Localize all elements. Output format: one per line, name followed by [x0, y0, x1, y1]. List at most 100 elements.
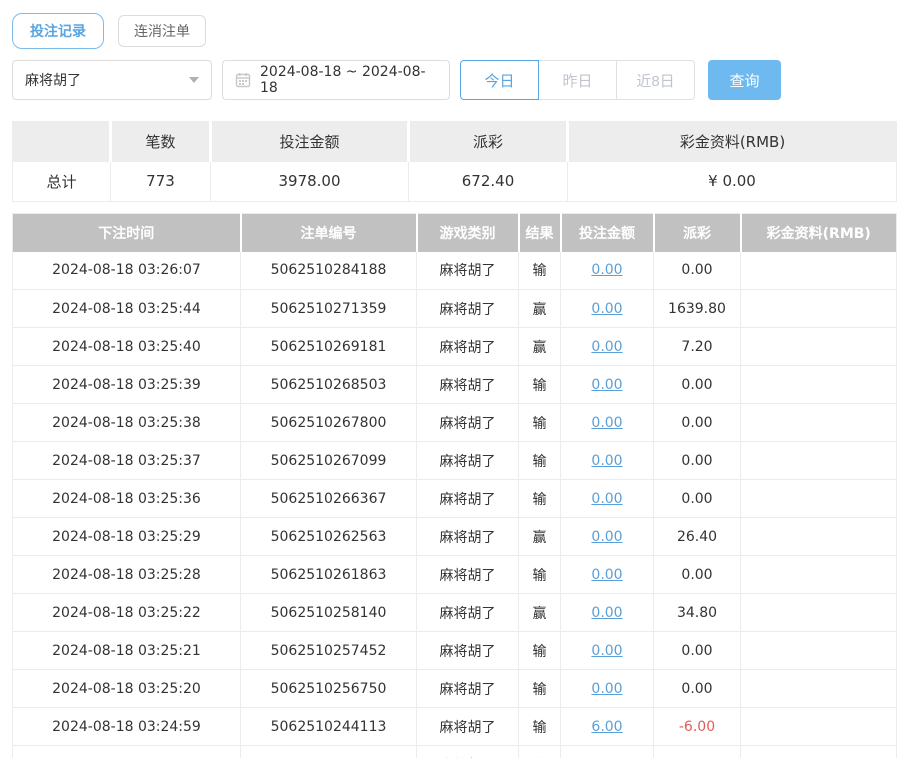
- bet-amount-cell: 0.00: [560, 669, 654, 708]
- table-row: 2024-08-18 03:25:39 5062510268503 麻将胡了 输…: [12, 365, 897, 404]
- table-row: 2024-08-18 03:25:37 5062510267099 麻将胡了 输…: [12, 441, 897, 480]
- order-id: 5062510262563: [240, 517, 417, 556]
- order-id: 5062510269181: [240, 327, 417, 366]
- bet-amount-cell: 0.00: [560, 441, 654, 480]
- quick-range-today[interactable]: 今日: [460, 60, 539, 100]
- bet-amount-link[interactable]: 0.00: [591, 262, 622, 278]
- bonus: [740, 403, 897, 442]
- result: 输: [518, 441, 561, 480]
- bonus: [740, 251, 897, 290]
- bet-amount-link[interactable]: 6.00: [591, 719, 622, 735]
- bet-time: 2024-08-18 03:25:38: [12, 403, 241, 442]
- bet-amount-link[interactable]: 0.00: [591, 681, 622, 697]
- bonus: [740, 555, 897, 594]
- game-type: 麻将胡了: [416, 745, 519, 758]
- total-label: 总计: [12, 161, 111, 202]
- bonus: [740, 479, 897, 518]
- order-id: 5062510244113: [240, 707, 417, 746]
- payout: -6.00: [653, 745, 741, 758]
- game-type: 麻将胡了: [416, 441, 519, 480]
- result: 输: [518, 479, 561, 518]
- game-type: 麻将胡了: [416, 707, 519, 746]
- bet-time: 2024-08-18 03:25:29: [12, 517, 241, 556]
- table-row: 2024-08-18 03:25:22 5062510258140 麻将胡了 赢…: [12, 593, 897, 632]
- quick-range-group: 今日 昨日 近8日: [460, 60, 695, 100]
- query-button[interactable]: 查询: [708, 60, 781, 100]
- payout: 0.00: [653, 631, 741, 670]
- payout: 0.00: [653, 251, 741, 290]
- table-row: 2024-08-18 03:25:28 5062510261863 麻将胡了 输…: [12, 555, 897, 594]
- order-id: 5062510271359: [240, 289, 417, 328]
- order-id: 5062510284188: [240, 251, 417, 290]
- bet-amount-cell: 0.00: [560, 365, 654, 404]
- table-row: 2024-08-18 03:25:44 5062510271359 麻将胡了 赢…: [12, 289, 897, 328]
- game-select[interactable]: 麻将胡了: [12, 60, 212, 100]
- tab-bet-records[interactable]: 投注记录: [12, 13, 104, 49]
- summary-header-row: 笔数 投注金额 派彩 彩金资料(RMB): [12, 121, 897, 162]
- table-row: 2024-08-18 03:25:36 5062510266367 麻将胡了 输…: [12, 479, 897, 518]
- bet-amount-cell: 6.00: [560, 707, 654, 746]
- summary-header-count: 笔数: [110, 121, 212, 162]
- bet-amount-cell: 0.00: [560, 631, 654, 670]
- table-row: 2024-08-18 03:25:29 5062510262563 麻将胡了 赢…: [12, 517, 897, 556]
- result: 输: [518, 707, 561, 746]
- date-range-value: 2024-08-18 ~ 2024-08-18: [260, 64, 426, 96]
- bet-amount-cell: 0.00: [560, 251, 654, 290]
- game-select-value: 麻将胡了: [25, 73, 81, 89]
- bet-amount-link[interactable]: 0.00: [591, 377, 622, 393]
- result: 输: [518, 365, 561, 404]
- table-row: 2024-08-18 03:24:58 5062510243094 麻将胡了 输…: [12, 745, 897, 758]
- bet-amount-link[interactable]: 0.00: [591, 491, 622, 507]
- payout: 0.00: [653, 555, 741, 594]
- header-result: 结果: [518, 213, 562, 252]
- bonus: [740, 631, 897, 670]
- payout: 0.00: [653, 441, 741, 480]
- result: 输: [518, 631, 561, 670]
- bet-time: 2024-08-18 03:25:28: [12, 555, 241, 594]
- payout: 0.00: [653, 365, 741, 404]
- bonus: [740, 327, 897, 366]
- order-id: 5062510267099: [240, 441, 417, 480]
- summary-header-bet-amount: 投注金额: [210, 121, 410, 162]
- calendar-icon: [235, 72, 251, 88]
- bonus: [740, 707, 897, 746]
- records-header-row: 下注时间 注单编号 游戏类别 结果 投注金额 派彩 彩金资料(RMB): [12, 213, 897, 252]
- game-type: 麻将胡了: [416, 555, 519, 594]
- bet-time: 2024-08-18 03:25:20: [12, 669, 241, 708]
- table-row: 2024-08-18 03:25:40 5062510269181 麻将胡了 赢…: [12, 327, 897, 366]
- bet-amount-cell: 0.00: [560, 403, 654, 442]
- payout: 0.00: [653, 403, 741, 442]
- chevron-down-icon: [189, 77, 199, 83]
- page: 投注记录 连消注单 麻将胡了 2024-08-18 ~ 2024-08-18 今…: [0, 0, 908, 758]
- bet-amount-link[interactable]: 0.00: [591, 453, 622, 469]
- bet-amount-link[interactable]: 0.00: [591, 339, 622, 355]
- bonus: [740, 289, 897, 328]
- order-id: 5062510267800: [240, 403, 417, 442]
- bet-amount-link[interactable]: 0.00: [591, 643, 622, 659]
- result: 赢: [518, 327, 561, 366]
- game-type: 麻将胡了: [416, 593, 519, 632]
- table-row: 2024-08-18 03:25:38 5062510267800 麻将胡了 输…: [12, 403, 897, 442]
- bet-amount-link[interactable]: 0.00: [591, 567, 622, 583]
- summary-header-blank: [12, 121, 112, 162]
- result: 输: [518, 745, 561, 758]
- records-body: 2024-08-18 03:26:07 5062510284188 麻将胡了 输…: [12, 251, 897, 758]
- bet-amount-link[interactable]: 0.00: [591, 529, 622, 545]
- payout: 1639.80: [653, 289, 741, 328]
- tab-cancelled-orders[interactable]: 连消注单: [118, 15, 206, 47]
- summary-table: 笔数 投注金额 派彩 彩金资料(RMB) 总计 773 3978.00 672.…: [12, 121, 897, 202]
- date-range-picker[interactable]: 2024-08-18 ~ 2024-08-18: [222, 60, 450, 100]
- order-id: 5062510261863: [240, 555, 417, 594]
- game-type: 麻将胡了: [416, 669, 519, 708]
- quick-range-yesterday[interactable]: 昨日: [538, 60, 617, 100]
- bet-amount-link[interactable]: 0.00: [591, 605, 622, 621]
- quick-range-last8days[interactable]: 近8日: [616, 60, 695, 100]
- bet-amount-link[interactable]: 0.00: [591, 301, 622, 317]
- bonus: [740, 517, 897, 556]
- result: 输: [518, 555, 561, 594]
- game-type: 麻将胡了: [416, 365, 519, 404]
- header-bet-time: 下注时间: [12, 213, 242, 252]
- bet-amount-link[interactable]: 0.00: [591, 415, 622, 431]
- bet-amount-cell: 0.00: [560, 517, 654, 556]
- header-bet-amount: 投注金额: [560, 213, 655, 252]
